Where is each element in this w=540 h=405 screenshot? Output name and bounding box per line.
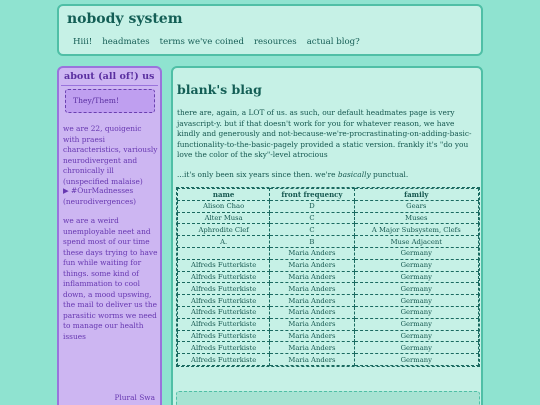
- bio-text: we are 22, quoigenic with praesi charact…: [63, 124, 158, 186]
- cell-name: Alfreds Futterkiste: [176, 282, 271, 296]
- site-header: nobody system Hiii! headmates terms we'v…: [57, 4, 483, 56]
- cell-front-frequency: D: [269, 199, 355, 213]
- cell-front-frequency: Maria Anders: [269, 329, 355, 343]
- table-row: A. B Muse Adjacent: [176, 235, 480, 248]
- cell-name: [176, 246, 271, 260]
- cell-front-frequency: Maria Anders: [269, 270, 355, 284]
- cell-name: Alfreds Futterkiste: [176, 270, 271, 284]
- cell-name: Alfreds Futterkiste: [176, 329, 271, 343]
- table-row: Alfreds Futterkiste Maria Anders Germany: [176, 353, 480, 366]
- table-row: Alfreds Futterkiste Maria Anders Germany: [176, 270, 480, 284]
- punctual-suffix: punctual.: [370, 170, 409, 179]
- cell-name: Aphrodite Clef: [176, 223, 271, 237]
- table-row: Alfreds Futterkiste Maria Anders Germany: [176, 305, 480, 319]
- cell-front-frequency: B: [269, 235, 355, 248]
- page-title: blank's blag: [177, 82, 262, 97]
- table-row: Alison Chao D Gears: [176, 199, 480, 213]
- table-row: Alfreds Futterkiste Maria Anders Germany: [176, 341, 480, 355]
- cell-front-frequency: Maria Anders: [269, 294, 355, 307]
- cell-front-frequency: Maria Anders: [269, 246, 355, 260]
- madnesses-summary-label: #OurMadnesses (neurodivergences): [63, 186, 136, 206]
- nav-link-headmates[interactable]: headmates: [102, 37, 149, 47]
- cell-name: Alfreds Futterkiste: [176, 341, 271, 355]
- nav-link-resources[interactable]: resources: [254, 37, 297, 47]
- cell-name: Alison Chao: [176, 199, 271, 213]
- about-text: we are a weird unemployable neet and spe…: [63, 216, 158, 341]
- punctual-emphasis: basically: [337, 170, 371, 179]
- column-header-name: name: [176, 188, 271, 201]
- cell-front-frequency: Maria Anders: [269, 282, 355, 296]
- main-nav: Hiii! headmates terms we've coined resou…: [73, 37, 360, 47]
- cell-front-frequency: Maria Anders: [269, 317, 355, 331]
- disclosure-triangle-icon: ▶: [63, 186, 69, 195]
- cell-name: Alfreds Futterkiste: [176, 305, 271, 319]
- column-header-front-frequency: front frequency: [269, 188, 355, 201]
- punctual-paragraph: ...it's only been six years since then. …: [177, 170, 477, 179]
- table-header-row: name front frequency family: [176, 188, 480, 201]
- cell-name: Alfreds Futterkiste: [176, 294, 271, 307]
- cell-front-frequency: C: [269, 211, 355, 225]
- intro-paragraph: there are, again, a LOT of us. as such, …: [177, 108, 472, 159]
- cell-family: Germany: [353, 329, 480, 343]
- table-row: Alfreds Futterkiste Maria Anders Germany: [176, 317, 480, 331]
- cell-family: Gears: [353, 199, 480, 213]
- cell-name: Alfreds Futterkiste: [176, 353, 271, 366]
- cell-family: Muse Adjacent: [353, 235, 480, 248]
- headmates-table-wrapper: name front frequency family Alison Chao D…: [176, 187, 480, 367]
- about-sidebar: about (all of!) us They/Them! we are 22,…: [57, 66, 162, 405]
- cell-front-frequency: Maria Anders: [269, 258, 355, 272]
- table-row: Alfreds Futterkiste Maria Anders Germany: [176, 329, 480, 343]
- madnesses-summary[interactable]: ▶ #OurMadnesses (neurodivergences): [63, 186, 159, 207]
- nav-link-hiii[interactable]: Hiii!: [73, 37, 92, 47]
- cell-family: Germany: [353, 341, 480, 355]
- cell-name: Alfreds Futterkiste: [176, 258, 271, 272]
- cell-front-frequency: Maria Anders: [269, 341, 355, 355]
- blog-panel: blank's blag there are, again, a LOT of …: [171, 66, 483, 405]
- cell-front-frequency: Maria Anders: [269, 353, 355, 366]
- table-row: Alfreds Futterkiste Maria Anders Germany: [176, 294, 480, 307]
- cell-family: Germany: [353, 353, 480, 366]
- table-body: Alison Chao D Gears Alter Musa C Muses Aphrodi…: [176, 199, 480, 366]
- table-row: Maria Anders Germany: [176, 246, 480, 260]
- sidebar-title: about (all of!) us: [64, 71, 155, 82]
- cell-name: A.: [176, 235, 271, 248]
- cell-front-frequency: Maria Anders: [269, 305, 355, 319]
- punctual-prefix: ...it's only been six years since then. …: [177, 170, 338, 179]
- table-row: Alfreds Futterkiste Maria Anders Germany: [176, 258, 480, 272]
- cell-family: A Major Subsystem, Clefs: [353, 223, 480, 237]
- cell-name: Alter Musa: [176, 211, 271, 225]
- pronouns-badge: They/Them!: [65, 89, 155, 113]
- cell-front-frequency: C: [269, 223, 355, 237]
- cell-family: Germany: [353, 270, 480, 284]
- table-row: Alter Musa C Muses: [176, 211, 480, 225]
- cell-name: Alfreds Futterkiste: [176, 317, 271, 331]
- nav-link-blog[interactable]: actual blog?: [307, 37, 360, 47]
- nav-link-terms[interactable]: terms we've coined: [160, 37, 244, 47]
- signature: Plural Swa: [114, 393, 155, 402]
- cell-family: Germany: [353, 305, 480, 319]
- sidebar-divider: [61, 85, 158, 86]
- column-header-family: family: [353, 188, 480, 201]
- cell-family: Germany: [353, 258, 480, 272]
- cell-family: Germany: [353, 246, 480, 260]
- site-title[interactable]: nobody system: [67, 11, 183, 27]
- cell-family: Muses: [353, 211, 480, 225]
- cell-family: Germany: [353, 294, 480, 307]
- headmates-table: name front frequency family Alison Chao D…: [176, 188, 480, 366]
- cell-family: Germany: [353, 317, 480, 331]
- next-post-box: [176, 391, 480, 405]
- table-row: Alfreds Futterkiste Maria Anders Germany: [176, 282, 480, 296]
- table-row: Aphrodite Clef C A Major Subsystem, Clefs: [176, 223, 480, 237]
- cell-family: Germany: [353, 282, 480, 296]
